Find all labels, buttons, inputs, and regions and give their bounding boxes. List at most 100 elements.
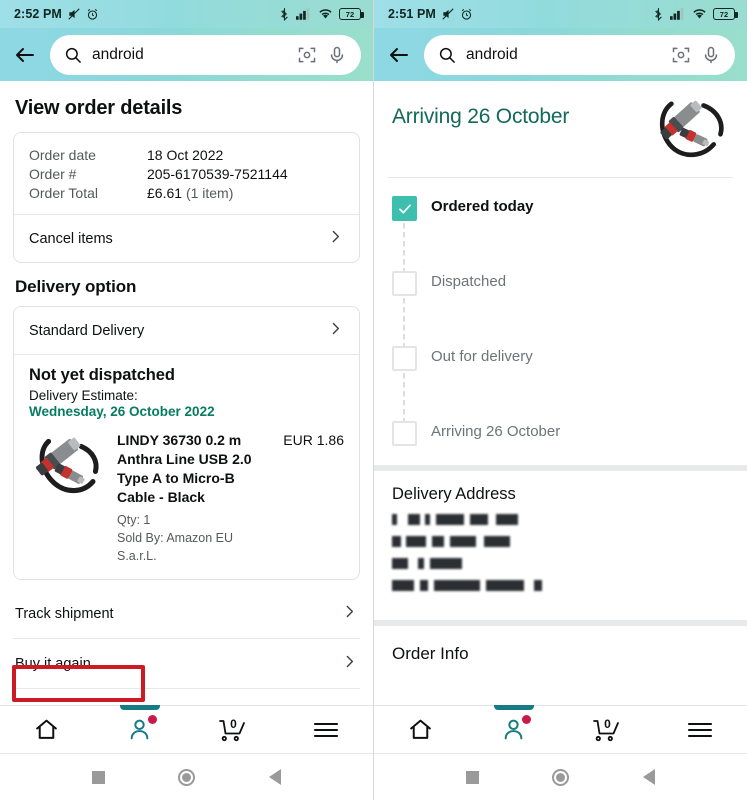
arriving-title: Arriving 26 October <box>392 105 570 128</box>
wifi-icon <box>692 8 707 20</box>
camera-scan-icon[interactable] <box>671 45 691 65</box>
step-connector <box>403 223 405 271</box>
delivery-option-heading: Delivery option <box>15 277 137 296</box>
nav-selected-indicator <box>493 705 534 710</box>
product-image <box>647 97 733 163</box>
cart-count: 0 <box>604 717 611 731</box>
order-total-value: £6.61 (1 item) <box>147 183 344 202</box>
back-button[interactable] <box>384 40 414 70</box>
recents-square-icon[interactable] <box>465 770 479 784</box>
nav-home[interactable] <box>374 706 467 753</box>
delivery-address-title: Delivery Address <box>392 485 516 503</box>
order-total-items: (1 item) <box>185 184 234 201</box>
order-item[interactable]: LINDY 36730 0.2 m Anthra Line USB 2.0 Ty… <box>14 421 359 579</box>
table-row: Order Total £6.61 (1 item) <box>29 183 344 202</box>
cancel-items-row[interactable]: Cancel items <box>14 215 359 262</box>
dispatch-status: Not yet dispatched <box>29 366 175 384</box>
right-phone-screen: 2:51 PM 72 android Arriving 26 October O… <box>373 0 747 800</box>
order-details-content[interactable]: View order details Order date 18 Oct 202… <box>0 81 373 705</box>
dual-screenshot: 2:52 PM 72 android View order details Or… <box>0 0 747 800</box>
back-button[interactable] <box>10 40 40 70</box>
wifi-icon <box>318 8 333 20</box>
list-item: Dispatched <box>392 271 747 346</box>
back-triangle-icon[interactable] <box>269 769 282 785</box>
battery-level: 72 <box>345 9 355 19</box>
step-label: Ordered today <box>431 198 534 215</box>
product-seller: Sold By: Amazon EU S.a.r.L. <box>117 531 234 563</box>
mute-icon <box>441 7 455 21</box>
table-row: Order # 205-6170539-7521144 <box>29 164 344 183</box>
list-item: Out for delivery <box>392 346 747 421</box>
signal-icon <box>296 8 312 20</box>
search-input[interactable]: android <box>50 34 361 75</box>
nav-account[interactable] <box>467 705 560 753</box>
product-info: LINDY 36730 0.2 m Anthra Line USB 2.0 Ty… <box>117 431 271 565</box>
step-checkbox-checked <box>392 196 417 221</box>
bottom-nav-right[interactable]: 0 <box>374 705 747 753</box>
chevron-right-icon <box>341 653 358 674</box>
search-icon <box>64 46 82 64</box>
payment-information-heading: Payment information <box>0 689 373 705</box>
delivery-method-row[interactable]: Standard Delivery <box>14 307 359 354</box>
step-checkbox-unchecked <box>392 346 417 371</box>
status-bar-right: 2:51 PM 72 <box>374 0 747 28</box>
arriving-header: Arriving 26 October <box>374 81 747 177</box>
chevron-right-icon <box>327 320 344 341</box>
step-label: Out for delivery <box>431 348 533 365</box>
step-checkbox-unchecked <box>392 271 417 296</box>
product-image <box>29 431 105 507</box>
nav-cart[interactable]: 0 <box>561 706 654 753</box>
address-line-redacted <box>392 580 582 591</box>
nav-menu[interactable] <box>280 706 373 753</box>
search-icon <box>438 46 456 64</box>
address-line-redacted <box>392 514 557 525</box>
back-triangle-icon[interactable] <box>643 769 656 785</box>
android-system-nav-left[interactable] <box>0 753 373 800</box>
product-price: EUR 1.86 <box>283 432 344 448</box>
step-checkbox-unchecked <box>392 421 417 446</box>
notification-badge <box>147 715 157 724</box>
order-info-title: Order Info <box>392 644 469 663</box>
nav-home[interactable] <box>0 706 93 753</box>
camera-scan-icon[interactable] <box>297 45 317 65</box>
chevron-right-icon <box>327 228 344 249</box>
search-query-text: android <box>466 45 518 63</box>
cart-count: 0 <box>230 717 237 731</box>
microphone-icon[interactable] <box>327 45 347 65</box>
delivery-option-card: Standard Delivery Not yet dispatched Del… <box>13 306 360 581</box>
track-shipment-row[interactable]: Track shipment <box>0 589 373 638</box>
nav-menu[interactable] <box>654 706 747 753</box>
notification-badge <box>521 715 531 724</box>
nav-cart[interactable]: 0 <box>187 706 280 753</box>
nav-account[interactable] <box>93 705 186 753</box>
home-circle-icon[interactable] <box>178 768 196 786</box>
android-system-nav-right[interactable] <box>374 753 747 800</box>
alarm-icon <box>86 8 99 21</box>
delivery-estimate-date: Wednesday, 26 October 2022 <box>29 404 215 419</box>
battery-level: 72 <box>719 9 729 19</box>
page-title: View order details <box>15 97 183 119</box>
dispatch-status-block: Not yet dispatched Delivery Estimate: We… <box>14 355 359 421</box>
bottom-nav-left[interactable]: 0 <box>0 705 373 753</box>
nav-selected-indicator <box>119 705 160 710</box>
step-label: Dispatched <box>431 273 507 290</box>
search-header-right: android <box>374 28 747 81</box>
search-header-left: android <box>0 28 373 81</box>
search-query-text: android <box>92 45 144 63</box>
status-bar-left: 2:52 PM 72 <box>0 0 373 28</box>
status-time: 2:51 PM <box>388 7 436 21</box>
battery-icon: 72 <box>713 8 738 20</box>
microphone-icon[interactable] <box>701 45 721 65</box>
list-item: Arriving 26 October <box>392 421 747 455</box>
buy-again-row[interactable]: Buy it again <box>0 639 373 688</box>
home-circle-icon[interactable] <box>552 768 570 786</box>
shipment-tracking-content[interactable]: Arriving 26 October Ordered today Dispat… <box>374 81 747 705</box>
delivery-estimate-label: Delivery Estimate: <box>29 388 138 403</box>
step-label: Arriving 26 October <box>431 423 561 440</box>
recents-square-icon[interactable] <box>91 770 105 784</box>
tracking-steps: Ordered today Dispatched Out for deliver… <box>374 178 747 465</box>
bluetooth-icon <box>653 7 664 21</box>
product-title: LINDY 36730 0.2 m Anthra Line USB 2.0 Ty… <box>117 432 252 505</box>
order-total-amount: £6.61 <box>147 184 183 201</box>
search-input[interactable]: android <box>424 34 735 75</box>
